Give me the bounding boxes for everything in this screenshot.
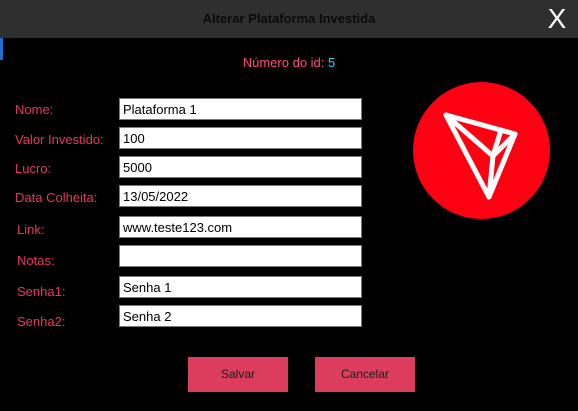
window-title: Alterar Plataforma Investida xyxy=(202,11,376,26)
close-button[interactable]: X xyxy=(544,3,570,35)
tron-logo-icon xyxy=(413,82,550,219)
id-value: 5 xyxy=(328,55,336,70)
id-label: Número do id: xyxy=(242,55,325,70)
senha2-label: Senha2: xyxy=(17,314,66,329)
title-bar: Alterar Plataforma Investida X xyxy=(0,0,578,38)
valor-investido-field[interactable] xyxy=(119,127,362,149)
data-colheita-label: Data Colheita: xyxy=(15,190,98,205)
lucro-label: Lucro: xyxy=(15,161,52,176)
link-label: Link: xyxy=(17,222,45,237)
save-button[interactable]: Salvar xyxy=(188,357,288,392)
nome-field[interactable] xyxy=(119,98,362,120)
senha1-label: Senha1: xyxy=(17,284,66,299)
senha2-field[interactable] xyxy=(119,305,362,327)
id-display: Número do id: 5 xyxy=(0,55,578,70)
lucro-field[interactable] xyxy=(119,156,362,178)
valor-investido-label: Valor Investido: xyxy=(15,132,104,147)
notas-label: Notas: xyxy=(17,253,55,268)
senha1-field[interactable] xyxy=(119,276,362,298)
data-colheita-field[interactable] xyxy=(119,185,362,207)
notas-field[interactable] xyxy=(119,245,362,267)
nome-label: Nome: xyxy=(15,102,54,117)
link-field[interactable] xyxy=(119,216,362,238)
cancel-button[interactable]: Cancelar xyxy=(315,357,415,392)
